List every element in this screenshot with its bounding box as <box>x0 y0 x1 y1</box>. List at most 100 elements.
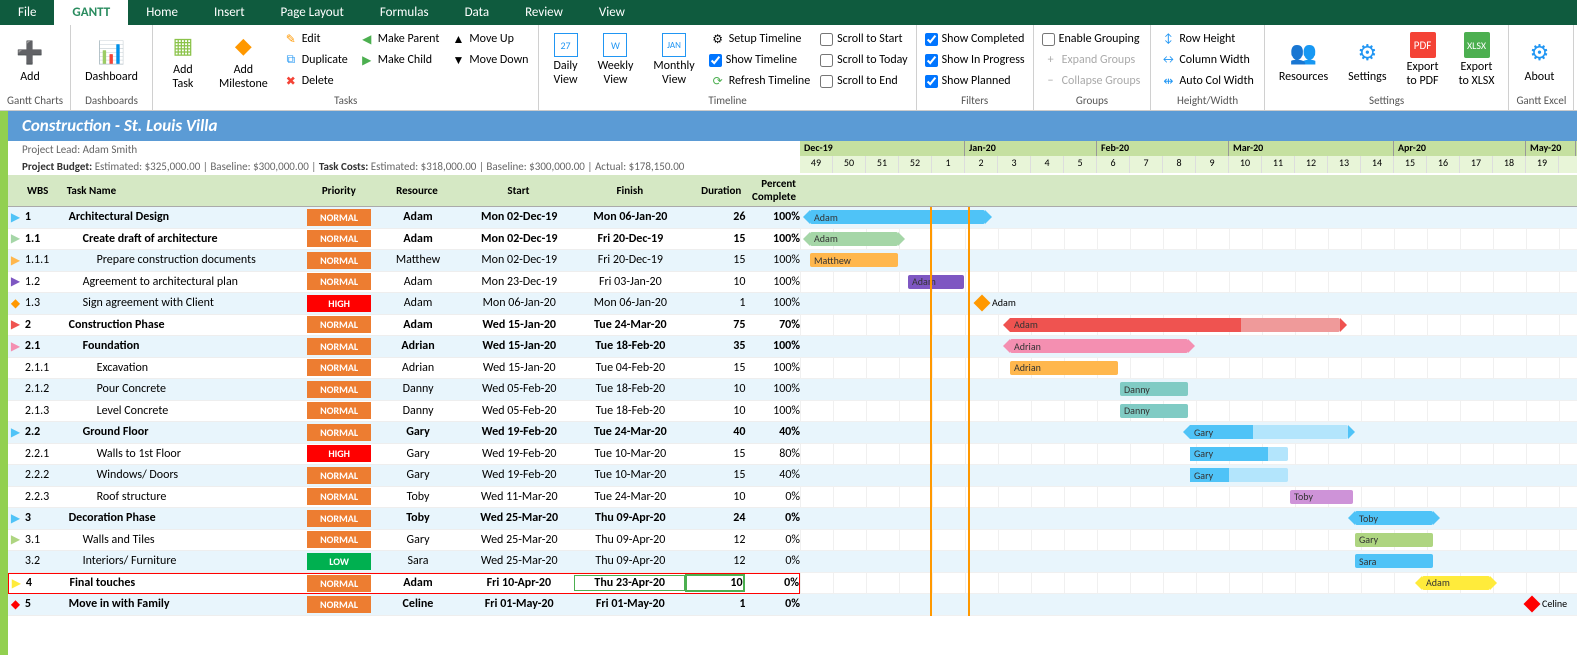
task-name-cell: Windows/ Doors <box>63 468 306 482</box>
gantt-bar[interactable]: Gary <box>1190 447 1288 461</box>
gantt-bar[interactable]: Gary <box>1355 533 1433 547</box>
delete-button[interactable]: ✖Delete <box>280 71 352 91</box>
finish-cell: Tue 24-Mar-20 <box>575 318 686 332</box>
gantt-bar[interactable]: Matthew <box>810 253 898 267</box>
move-down-button[interactable]: ▼Move Down <box>447 50 532 70</box>
pencil-icon: ✎ <box>284 32 298 46</box>
resource-cell: Adrian <box>372 339 463 353</box>
collapse-icon: − <box>1044 74 1058 88</box>
show-inprogress-checkbox[interactable]: Show In Progress <box>923 50 1027 70</box>
task-row[interactable]: ▶1.1.1Prepare construction documentsNORM… <box>8 250 800 272</box>
start-cell: Wed 19-Feb-20 <box>464 468 575 482</box>
add-milestone-button[interactable]: ◆Add Milestone <box>211 27 276 93</box>
priority-cell: NORMAL <box>307 209 372 226</box>
weekly-view-button[interactable]: WWeekly View <box>590 27 642 93</box>
task-row[interactable]: 2.1.3Level ConcreteNORMALDannyWed 05-Feb… <box>8 401 800 423</box>
duration-cell: 15 <box>686 468 746 482</box>
gantt-row: Adam <box>800 229 1577 251</box>
settings-button[interactable]: ⚙Settings <box>1340 27 1394 93</box>
gantt-bar[interactable]: Adam <box>908 275 964 289</box>
bar-label: Gary <box>1194 469 1213 482</box>
show-timeline-checkbox[interactable]: Show Timeline <box>707 50 814 70</box>
gantt-bar[interactable]: Gary <box>1190 468 1288 482</box>
expand-groups-button[interactable]: +Expand Groups <box>1040 50 1145 70</box>
priority-cell: NORMAL <box>307 402 372 419</box>
milestone-marker[interactable] <box>1524 596 1541 613</box>
tab-view[interactable]: View <box>581 0 643 25</box>
make-child-button[interactable]: ▶Make Child <box>356 50 444 70</box>
finish-cell: Tue 24-Mar-20 <box>575 425 686 439</box>
monthly-view-button[interactable]: JANMonthly View <box>645 27 702 93</box>
task-row[interactable]: 2.2.3Roof structureNORMALTobyWed 11-Mar-… <box>8 487 800 509</box>
row-height-button[interactable]: ↕Row Height <box>1157 29 1257 49</box>
scroll-today-checkbox[interactable]: Scroll to Today <box>818 50 909 70</box>
task-row[interactable]: ▶3Decoration PhaseNORMALTobyWed 25-Mar-2… <box>8 508 800 530</box>
gantt-bar[interactable]: Danny <box>1120 404 1188 418</box>
task-row[interactable]: ▶1Architectural DesignNORMALAdamMon 02-D… <box>8 207 800 229</box>
gantt-bar[interactable]: Adrian <box>1010 339 1188 353</box>
gantt-bar[interactable]: Gary <box>1190 425 1348 439</box>
refresh-timeline-button[interactable]: ⟳Refresh Timeline <box>707 71 814 91</box>
make-parent-button[interactable]: ◀Make Parent <box>356 29 444 49</box>
task-row[interactable]: 3.2Interiors/ FurnitureLOWSaraWed 25-Mar… <box>8 551 800 573</box>
auto-col-button[interactable]: ⇹Auto Col Width <box>1157 71 1257 91</box>
gantt-bar[interactable]: Toby <box>1290 490 1353 504</box>
task-row[interactable]: 2.2.1Walls to 1st FloorHIGHGaryWed 19-Fe… <box>8 444 800 466</box>
task-row[interactable]: ▶1.2Agreement to architectural planNORMA… <box>8 272 800 294</box>
gantt-bar[interactable]: Adam <box>1422 576 1490 590</box>
task-row[interactable]: ◆1.3Sign agreement with ClientHIGHAdamMo… <box>8 293 800 315</box>
gantt-bar[interactable]: Sara <box>1355 554 1433 568</box>
task-row[interactable]: ▶2.1FoundationNORMALAdrianWed 15-Jan-20T… <box>8 336 800 358</box>
tab-file[interactable]: File <box>0 0 54 25</box>
wbs-cell: 2.1 <box>23 339 63 353</box>
show-completed-checkbox[interactable]: Show Completed <box>923 29 1027 49</box>
about-button[interactable]: ⚙About <box>1515 27 1563 93</box>
setup-timeline-button[interactable]: ⚙Setup Timeline <box>707 29 814 49</box>
gantt-bar[interactable]: Adam <box>1010 318 1340 332</box>
collapse-groups-button[interactable]: −Collapse Groups <box>1040 71 1145 91</box>
scroll-start-checkbox[interactable]: Scroll to Start <box>818 29 909 49</box>
tab-page layout[interactable]: Page Layout <box>263 0 362 25</box>
edit-button[interactable]: ✎Edit <box>280 29 352 49</box>
ribbon: ➕Add Gantt Charts 📊Dashboard Dashboards … <box>0 25 1577 111</box>
export-xlsx-button[interactable]: XLSXExport to XLSX <box>1451 27 1503 93</box>
daily-view-button[interactable]: 27Daily View <box>545 27 585 93</box>
move-up-button[interactable]: ▲Move Up <box>447 29 532 49</box>
gantt-bar[interactable]: Adam <box>810 232 898 246</box>
task-row[interactable]: ▶3.1Walls and TilesNORMALGaryWed 25-Mar-… <box>8 530 800 552</box>
task-row[interactable]: 2.1.1ExcavationNORMALAdrianWed 15-Jan-20… <box>8 358 800 380</box>
gantt-bar[interactable]: Danny <box>1120 382 1188 396</box>
task-row[interactable]: ▶2Construction PhaseNORMALAdamWed 15-Jan… <box>8 315 800 337</box>
task-row[interactable]: ◆5Move in with FamilyNORMALCelineFri 01-… <box>8 594 800 616</box>
tab-gantt[interactable]: GANTT <box>54 0 128 25</box>
percent-cell: 100% <box>745 253 800 267</box>
duplicate-button[interactable]: ⧉Duplicate <box>280 50 352 70</box>
tab-formulas[interactable]: Formulas <box>362 0 447 25</box>
percent-cell: 0% <box>745 597 800 611</box>
task-row[interactable]: ▶1.1Create draft of architectureNORMALAd… <box>8 229 800 251</box>
task-row[interactable]: ▶4Final touchesNORMALAdamFri 10-Apr-20Th… <box>8 573 800 595</box>
milestone-marker[interactable] <box>974 295 991 312</box>
tab-review[interactable]: Review <box>507 0 581 25</box>
dashboard-button[interactable]: 📊Dashboard <box>77 27 146 93</box>
start-cell: Fri 10-Apr-20 <box>463 576 574 590</box>
priority-cell: NORMAL <box>307 488 372 505</box>
resources-button[interactable]: 👥Resources <box>1271 27 1336 93</box>
task-row[interactable]: ▶2.2Ground FloorNORMALGaryWed 19-Feb-20T… <box>8 422 800 444</box>
enable-grouping-checkbox[interactable]: Enable Grouping <box>1040 29 1145 49</box>
add-gantt-button[interactable]: ➕Add <box>6 27 54 93</box>
add-task-button[interactable]: ▦Add Task <box>159 27 207 93</box>
col-width-button[interactable]: ↔Column Width <box>1157 50 1257 70</box>
tab-insert[interactable]: Insert <box>196 0 263 25</box>
export-pdf-button[interactable]: PDFExport to PDF <box>1399 27 1447 93</box>
gantt-bar[interactable]: Adrian <box>1010 361 1118 375</box>
tab-data[interactable]: Data <box>447 0 508 25</box>
task-row[interactable]: 2.2.2Windows/ DoorsNORMALGaryWed 19-Feb-… <box>8 465 800 487</box>
scroll-end-checkbox[interactable]: Scroll to End <box>818 71 909 91</box>
duration-cell: 35 <box>686 339 746 353</box>
show-planned-checkbox[interactable]: Show Planned <box>923 71 1027 91</box>
gantt-bar[interactable]: Toby <box>1355 511 1433 525</box>
tab-home[interactable]: Home <box>128 0 196 25</box>
task-row[interactable]: 2.1.2Pour ConcreteNORMALDannyWed 05-Feb-… <box>8 379 800 401</box>
gantt-bar[interactable]: Adam <box>810 210 985 224</box>
